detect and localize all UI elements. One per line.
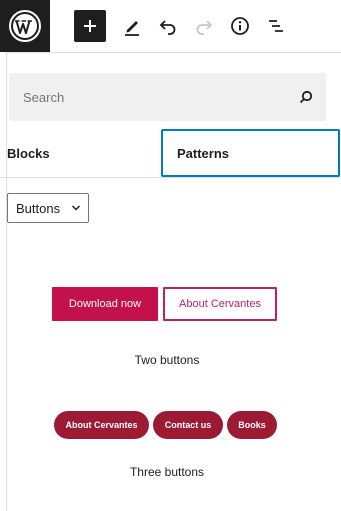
undo-icon xyxy=(159,20,176,35)
download-now-button-preview: Download now xyxy=(52,287,158,321)
pattern-category-value: Buttons xyxy=(16,200,61,216)
undo-button[interactable] xyxy=(152,10,184,42)
redo-icon xyxy=(196,20,213,35)
info-icon xyxy=(231,17,249,35)
search-input[interactable] xyxy=(9,73,293,121)
pattern-three-buttons[interactable]: About Cervantes Contact us Books Three b… xyxy=(7,401,327,501)
redo-button[interactable] xyxy=(188,10,220,42)
edit-tool-button[interactable] xyxy=(116,10,148,42)
pattern-title: Three buttons xyxy=(129,465,205,479)
tab-patterns[interactable]: Patterns xyxy=(161,129,340,177)
wordpress-logo-icon[interactable] xyxy=(0,0,50,52)
pattern-title: Two buttons xyxy=(134,353,200,367)
about-cervantes-pill-preview: About Cervantes xyxy=(54,411,149,439)
pattern-category-select[interactable]: Buttons xyxy=(7,193,89,223)
add-block-button[interactable] xyxy=(74,10,106,42)
search-box xyxy=(9,73,326,121)
search-icon[interactable] xyxy=(298,89,314,105)
inserter-tabs: Blocks Patterns xyxy=(0,129,341,178)
contact-us-pill-preview: Contact us xyxy=(153,411,223,439)
chevron-down-icon xyxy=(71,205,81,211)
list-view-button[interactable] xyxy=(260,10,292,42)
document-info-button[interactable] xyxy=(224,10,256,42)
top-toolbar xyxy=(0,0,341,52)
about-cervantes-button-preview: About Cervantes xyxy=(163,287,277,321)
pattern-two-buttons[interactable]: Download now About Cervantes Two buttons xyxy=(7,271,327,371)
books-pill-preview: Books xyxy=(227,411,277,439)
pencil-icon xyxy=(125,21,139,36)
editor-page: Blocks Patterns Buttons Download now Abo… xyxy=(0,0,341,511)
list-view-icon xyxy=(269,20,283,32)
tab-blocks[interactable]: Blocks xyxy=(0,129,160,177)
plus-icon xyxy=(84,20,96,32)
block-inserter-panel: Blocks Patterns Buttons Download now Abo… xyxy=(0,52,341,511)
